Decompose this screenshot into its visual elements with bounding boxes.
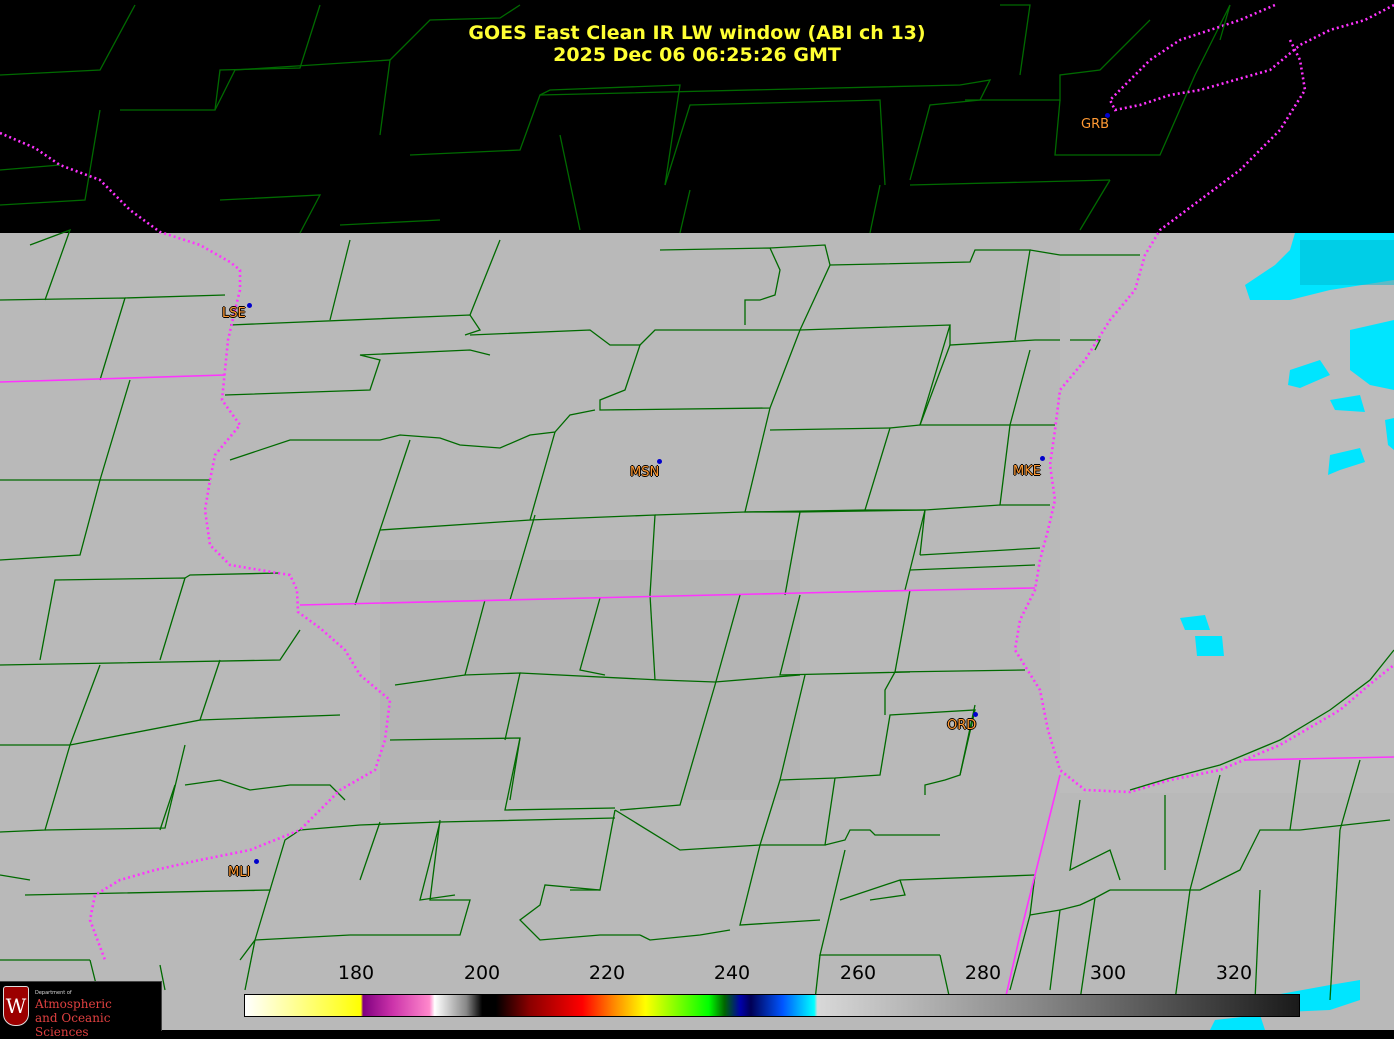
city-label-grb: GRB <box>1081 117 1110 132</box>
city-dot-ord <box>973 712 978 717</box>
city-dot-lse <box>247 303 252 308</box>
colorbar-tick: 220 <box>588 962 626 984</box>
colorbar-tick: 300 <box>1089 962 1127 984</box>
map-title: GOES East Clean IR LW window (ABI ch 13) <box>468 22 926 44</box>
city-label-msn: MSN <box>630 465 660 480</box>
city-dot-msn <box>657 459 662 464</box>
city-label-mli: MLI <box>228 865 251 880</box>
logo-line1: Atmospheric <box>35 997 112 1011</box>
logo-line2: and Oceanic Sciences <box>35 1011 111 1039</box>
temperature-colorbar <box>244 994 1300 1017</box>
city-dot-mke <box>1040 456 1045 461</box>
uw-crest-icon: W <box>3 986 29 1026</box>
logo-dept: Department of <box>35 990 72 996</box>
colorbar-tick: 260 <box>839 962 877 984</box>
city-label-lse: LSE <box>222 306 246 321</box>
map-timestamp: 2025 Dec 06 06:25:26 GMT <box>553 44 841 66</box>
colorbar-tick: 180 <box>337 962 375 984</box>
aos-logo: W Department of Atmospheric and Oceanic … <box>0 981 162 1039</box>
city-dot-mli <box>254 859 259 864</box>
city-label-mke: MKE <box>1013 464 1041 479</box>
colorbar-tick: 320 <box>1215 962 1253 984</box>
city-label-ord: ORD <box>947 718 977 733</box>
satellite-map <box>0 3 1394 1030</box>
colorbar-tick: 240 <box>713 962 751 984</box>
colorbar-tick: 280 <box>964 962 1002 984</box>
colorbar-tick: 200 <box>463 962 501 984</box>
